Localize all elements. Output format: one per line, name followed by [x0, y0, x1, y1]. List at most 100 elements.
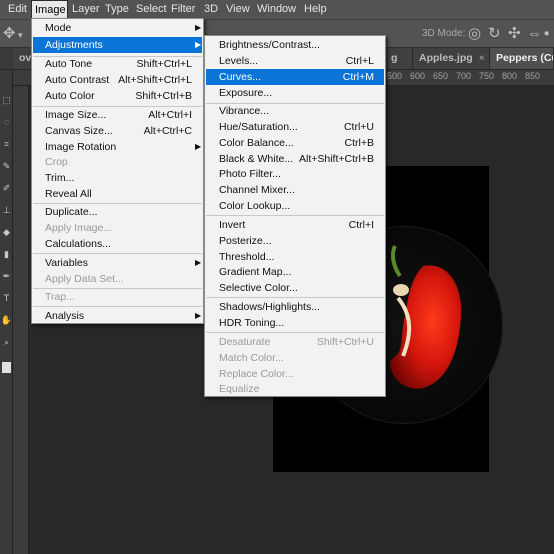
menu-item-label: Hue/Saturation...	[219, 121, 298, 133]
menu-item-hue-saturation[interactable]: Hue/Saturation... Ctrl+U	[206, 119, 384, 135]
menu-item-color-lookup[interactable]: Color Lookup...	[206, 198, 384, 214]
menu-item-auto-tone[interactable]: Auto Tone Shift+Ctrl+L	[33, 56, 202, 72]
submenu-arrow-icon: ▶	[195, 311, 202, 320]
menu-item-label: Posterize...	[219, 235, 272, 247]
menu-item-hdr-toning[interactable]: HDR Toning...	[206, 315, 384, 331]
menu-item-label: Adjustments	[45, 39, 103, 51]
menu-edit[interactable]: Edit	[5, 0, 30, 19]
menu-window[interactable]: Window	[254, 0, 299, 19]
ruler-mark: 800	[502, 71, 518, 81]
roll-icon[interactable]: ↻	[488, 26, 501, 41]
menu-item-canvas-size[interactable]: Canvas Size... Alt+Ctrl+C	[33, 123, 202, 139]
menu-view[interactable]: View	[223, 0, 253, 19]
tab-document[interactable]: g	[385, 48, 413, 69]
menu-item-invert[interactable]: Invert Ctrl+I	[206, 217, 384, 233]
gradient-icon[interactable]: ▮	[0, 248, 13, 260]
chevron-down-icon[interactable]: ▾	[18, 28, 23, 43]
zoom-icon[interactable]: ⌕	[0, 336, 13, 348]
menu-image[interactable]: Image	[31, 0, 68, 19]
menu-item-reveal-all[interactable]: Reveal All	[33, 186, 202, 202]
menu-item-label: Auto Color	[45, 90, 95, 102]
tab-peppers[interactable]: Peppers (Cut	[490, 48, 554, 69]
menu-item-threshold[interactable]: Threshold...	[206, 249, 384, 265]
menu-item-label: Match Color...	[219, 352, 284, 364]
adjustments-submenu: Brightness/Contrast... Levels... Ctrl+L …	[204, 35, 386, 397]
menu-item-variables[interactable]: Variables ▶	[33, 255, 202, 271]
menu-item-gradient-map[interactable]: Gradient Map...	[206, 264, 384, 280]
menu-item-color-balance[interactable]: Color Balance... Ctrl+B	[206, 135, 384, 151]
menu-item-exposure[interactable]: Exposure...	[206, 85, 384, 101]
menu-separator	[206, 332, 384, 333]
menu-type[interactable]: Type	[102, 0, 132, 19]
menu-item-selective-color[interactable]: Selective Color...	[206, 280, 384, 296]
menu-item-shortcut: Ctrl+U	[343, 121, 374, 133]
ruler-mark: 700	[456, 71, 472, 81]
menu-separator	[33, 306, 202, 307]
menu-item-label: Photo Filter...	[219, 168, 281, 180]
menu-item-levels[interactable]: Levels... Ctrl+L	[206, 53, 384, 69]
type-icon[interactable]: T	[0, 292, 13, 304]
menu-item-label: Reveal All	[45, 188, 92, 200]
pan-icon[interactable]: ✣	[508, 26, 521, 41]
menu-item-label: Mode	[45, 22, 72, 34]
eraser-icon[interactable]: ◆	[0, 226, 13, 238]
menu-item-channel-mixer[interactable]: Channel Mixer...	[206, 182, 384, 198]
tab-label: Apples.jpg	[419, 52, 473, 64]
3d-mode-label: 3D Mode:	[422, 28, 466, 39]
menu-item-calculations[interactable]: Calculations...	[33, 236, 202, 252]
lasso-tool-icon[interactable]: ◌	[0, 116, 13, 128]
menu-item-label: Vibrance...	[219, 105, 270, 117]
marquee-tool-icon[interactable]: ⬚	[0, 94, 13, 106]
menu-item-label: Variables	[45, 257, 88, 269]
menu-help[interactable]: Help	[301, 0, 330, 19]
menu-3d[interactable]: 3D	[201, 0, 221, 19]
menu-item-label: Auto Tone	[45, 58, 93, 70]
menu-item-label: Canvas Size...	[45, 125, 113, 137]
orbit-icon[interactable]: ◎	[468, 26, 481, 41]
menu-item-trim[interactable]: Trim...	[33, 170, 202, 186]
brush-icon[interactable]: ✐	[0, 182, 13, 194]
menu-item-label: Selective Color...	[219, 282, 298, 294]
menu-item-image-rotation[interactable]: Image Rotation ▶	[33, 139, 202, 155]
menu-item-adjustments[interactable]: Adjustments ▶	[33, 37, 202, 53]
menu-item-duplicate[interactable]: Duplicate...	[33, 204, 202, 220]
menu-item-shortcut: Ctrl+M	[342, 71, 374, 83]
menu-item-posterize[interactable]: Posterize...	[206, 233, 384, 249]
menu-item-shadows-highlights[interactable]: Shadows/Highlights...	[206, 299, 384, 315]
menu-item-curves[interactable]: Curves... Ctrl+M	[206, 69, 384, 85]
menu-item-trap: Trap...	[33, 289, 202, 305]
stamp-icon[interactable]: ⊥	[0, 204, 13, 216]
menu-layer[interactable]: Layer	[69, 0, 103, 19]
menu-separator	[206, 215, 384, 216]
camera-icon[interactable]: ▪	[544, 26, 549, 41]
menu-item-photo-filter[interactable]: Photo Filter...	[206, 166, 384, 182]
hand-icon[interactable]: ✋	[0, 314, 13, 326]
slide-icon[interactable]: ⇔	[527, 26, 542, 41]
menu-item-desaturate: Desaturate Shift+Ctrl+U	[206, 334, 384, 350]
pen-icon[interactable]: ✒	[0, 270, 13, 282]
foreground-color-swatch[interactable]	[2, 362, 11, 373]
menu-item-analysis[interactable]: Analysis ▶	[33, 308, 202, 324]
menu-bar: Edit Image Layer Type Select Filter 3D V…	[0, 0, 554, 19]
menu-item-vibrance[interactable]: Vibrance...	[206, 103, 384, 119]
close-icon[interactable]: ×	[479, 52, 485, 64]
tab-apples[interactable]: Apples.jpg ×	[413, 48, 490, 69]
menu-item-label: Shadows/Highlights...	[219, 301, 320, 313]
menu-item-auto-color[interactable]: Auto Color Shift+Ctrl+B	[33, 88, 202, 104]
menu-item-label: Black & White...	[219, 153, 294, 165]
ruler-mark: 650	[433, 71, 449, 81]
eyedropper-icon[interactable]: ✎	[0, 160, 13, 172]
menu-item-shortcut: Alt+Shift+Ctrl+B	[299, 153, 374, 165]
menu-item-shortcut: Ctrl+L	[345, 55, 374, 67]
menu-filter[interactable]: Filter	[168, 0, 198, 19]
menu-item-mode[interactable]: Mode ▶	[33, 20, 202, 36]
menu-item-image-size[interactable]: Image Size... Alt+Ctrl+I	[33, 107, 202, 123]
move-tool-icon[interactable]: ✥	[3, 26, 16, 41]
menu-item-brightness-contrast[interactable]: Brightness/Contrast...	[206, 37, 384, 53]
menu-item-shortcut: Alt+Shift+Ctrl+L	[118, 74, 192, 86]
crop-tool-icon[interactable]: ⌗	[0, 138, 13, 150]
menu-item-label: Trap...	[45, 291, 75, 303]
menu-item-auto-contrast[interactable]: Auto Contrast Alt+Shift+Ctrl+L	[33, 72, 202, 88]
menu-item-black-white[interactable]: Black & White... Alt+Shift+Ctrl+B	[206, 151, 384, 167]
menu-select[interactable]: Select	[133, 0, 170, 19]
